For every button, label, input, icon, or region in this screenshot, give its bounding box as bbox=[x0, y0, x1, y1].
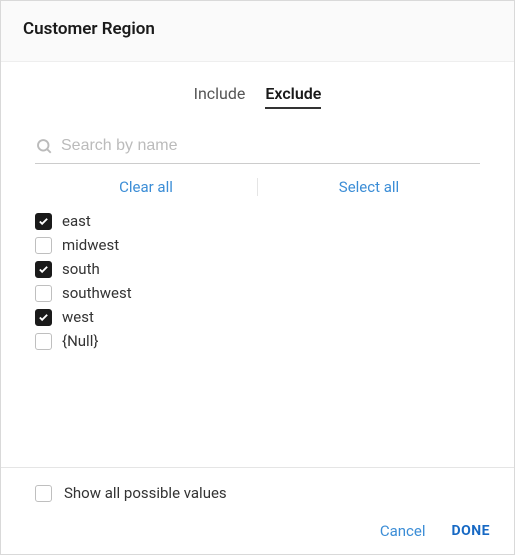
search-icon bbox=[35, 137, 53, 155]
checkbox[interactable] bbox=[35, 285, 52, 302]
list-item-label: west bbox=[62, 308, 94, 326]
show-all-checkbox[interactable] bbox=[35, 485, 52, 502]
list-item-label: midwest bbox=[62, 236, 119, 254]
footer-buttons: Cancel DONE bbox=[35, 522, 490, 540]
list-item[interactable]: southwest bbox=[35, 284, 480, 302]
list-item-label: south bbox=[62, 260, 100, 278]
tabs: Include Exclude bbox=[35, 62, 480, 117]
list-item-label: {Null} bbox=[62, 332, 98, 350]
show-all-toggle[interactable]: Show all possible values bbox=[35, 484, 490, 502]
list-item[interactable]: west bbox=[35, 308, 480, 326]
bulk-actions: Clear all Select all bbox=[35, 164, 480, 210]
checkbox[interactable] bbox=[35, 261, 52, 278]
list-item-label: southwest bbox=[62, 284, 132, 302]
search-input[interactable] bbox=[61, 137, 480, 155]
list-item[interactable]: east bbox=[35, 212, 480, 230]
filter-dialog: Customer Region Include Exclude Clear al… bbox=[0, 0, 515, 555]
dialog-body: Include Exclude Clear all Select all eas… bbox=[1, 62, 514, 467]
select-all-button[interactable]: Select all bbox=[258, 178, 480, 196]
list-item[interactable]: midwest bbox=[35, 236, 480, 254]
dialog-title: Customer Region bbox=[23, 19, 492, 39]
checkbox[interactable] bbox=[35, 309, 52, 326]
checkbox[interactable] bbox=[35, 213, 52, 230]
clear-all-button[interactable]: Clear all bbox=[35, 178, 258, 196]
checkbox[interactable] bbox=[35, 237, 52, 254]
dialog-header: Customer Region bbox=[1, 1, 514, 62]
dialog-footer: Show all possible values Cancel DONE bbox=[1, 467, 514, 554]
list-item-label: east bbox=[62, 212, 91, 230]
list-item[interactable]: south bbox=[35, 260, 480, 278]
search-row bbox=[35, 127, 480, 164]
tab-exclude[interactable]: Exclude bbox=[265, 84, 321, 109]
list-item[interactable]: {Null} bbox=[35, 332, 480, 350]
value-list: east midwest south southwest west {Null} bbox=[35, 210, 480, 350]
tab-include[interactable]: Include bbox=[194, 84, 246, 109]
show-all-label: Show all possible values bbox=[64, 484, 227, 502]
done-button[interactable]: DONE bbox=[451, 523, 490, 539]
checkbox[interactable] bbox=[35, 333, 52, 350]
cancel-button[interactable]: Cancel bbox=[380, 522, 426, 540]
